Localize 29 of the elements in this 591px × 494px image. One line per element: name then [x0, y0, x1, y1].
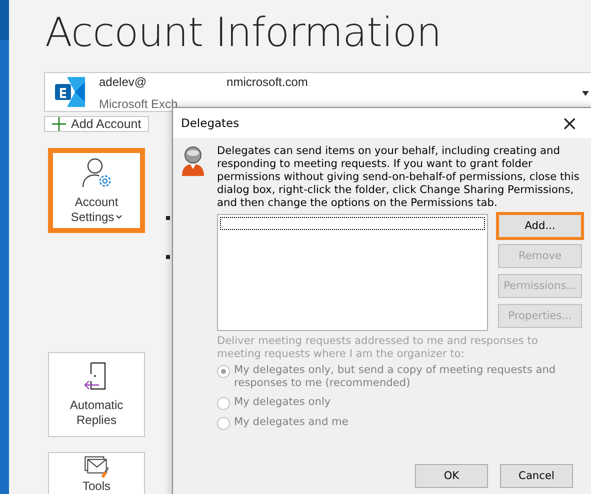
delegates-list[interactable] [217, 214, 488, 331]
person-gear-icon [80, 156, 112, 188]
dialog-button[interactable]: Cancel [500, 464, 573, 488]
add-account-button[interactable]: Add Account [44, 116, 150, 132]
dialog-button[interactable]: Add... [498, 214, 582, 238]
dialog-description: Delegates can send items on your behalf, including creating and responding to meeting requests. If you want to grant folder permissions without giving send-on-behalf-of permissions, close this dialog box, right-click the folder, click Change Sharing Permissions, and then change the options on the Permissions tab. [217, 145, 580, 210]
deliver-label: Deliver meeting requests addressed to me and responses to meeting requests where I am the organizer to: [217, 335, 539, 361]
exchange-icon [53, 75, 87, 109]
person-icon [179, 145, 207, 177]
envelope-brush-icon [84, 456, 110, 478]
account-selector[interactable]: adelev@ nmicrosoft.com Microsoft Exch [44, 72, 591, 112]
tile-button[interactable]: Account Settings [48, 148, 145, 233]
radio-label: My delegates only [234, 396, 331, 409]
dialog-title: Delegates [181, 116, 240, 130]
close-button[interactable]: × [561, 113, 578, 133]
tile-button[interactable]: Tools [48, 452, 145, 494]
page-title: Account Information [45, 10, 442, 56]
plus-icon [52, 117, 66, 131]
bullet-icon [166, 216, 170, 220]
account-email: nmicrosoft.com [226, 75, 308, 89]
dropdown-icon [582, 91, 589, 96]
tile-button[interactable]: Automatic Replies [48, 352, 145, 437]
account-type: Microsoft Exch [99, 97, 179, 111]
bullet-icon [166, 255, 170, 259]
radio-label: My delegates and me [234, 416, 348, 429]
caret-icon [116, 215, 122, 219]
dialog-button[interactable]: OK [415, 464, 488, 488]
account-email: adelev@ [99, 75, 147, 89]
radio-label: My delegates only, but send a copy of meeting requests and responses to me (recommended) [234, 364, 557, 390]
